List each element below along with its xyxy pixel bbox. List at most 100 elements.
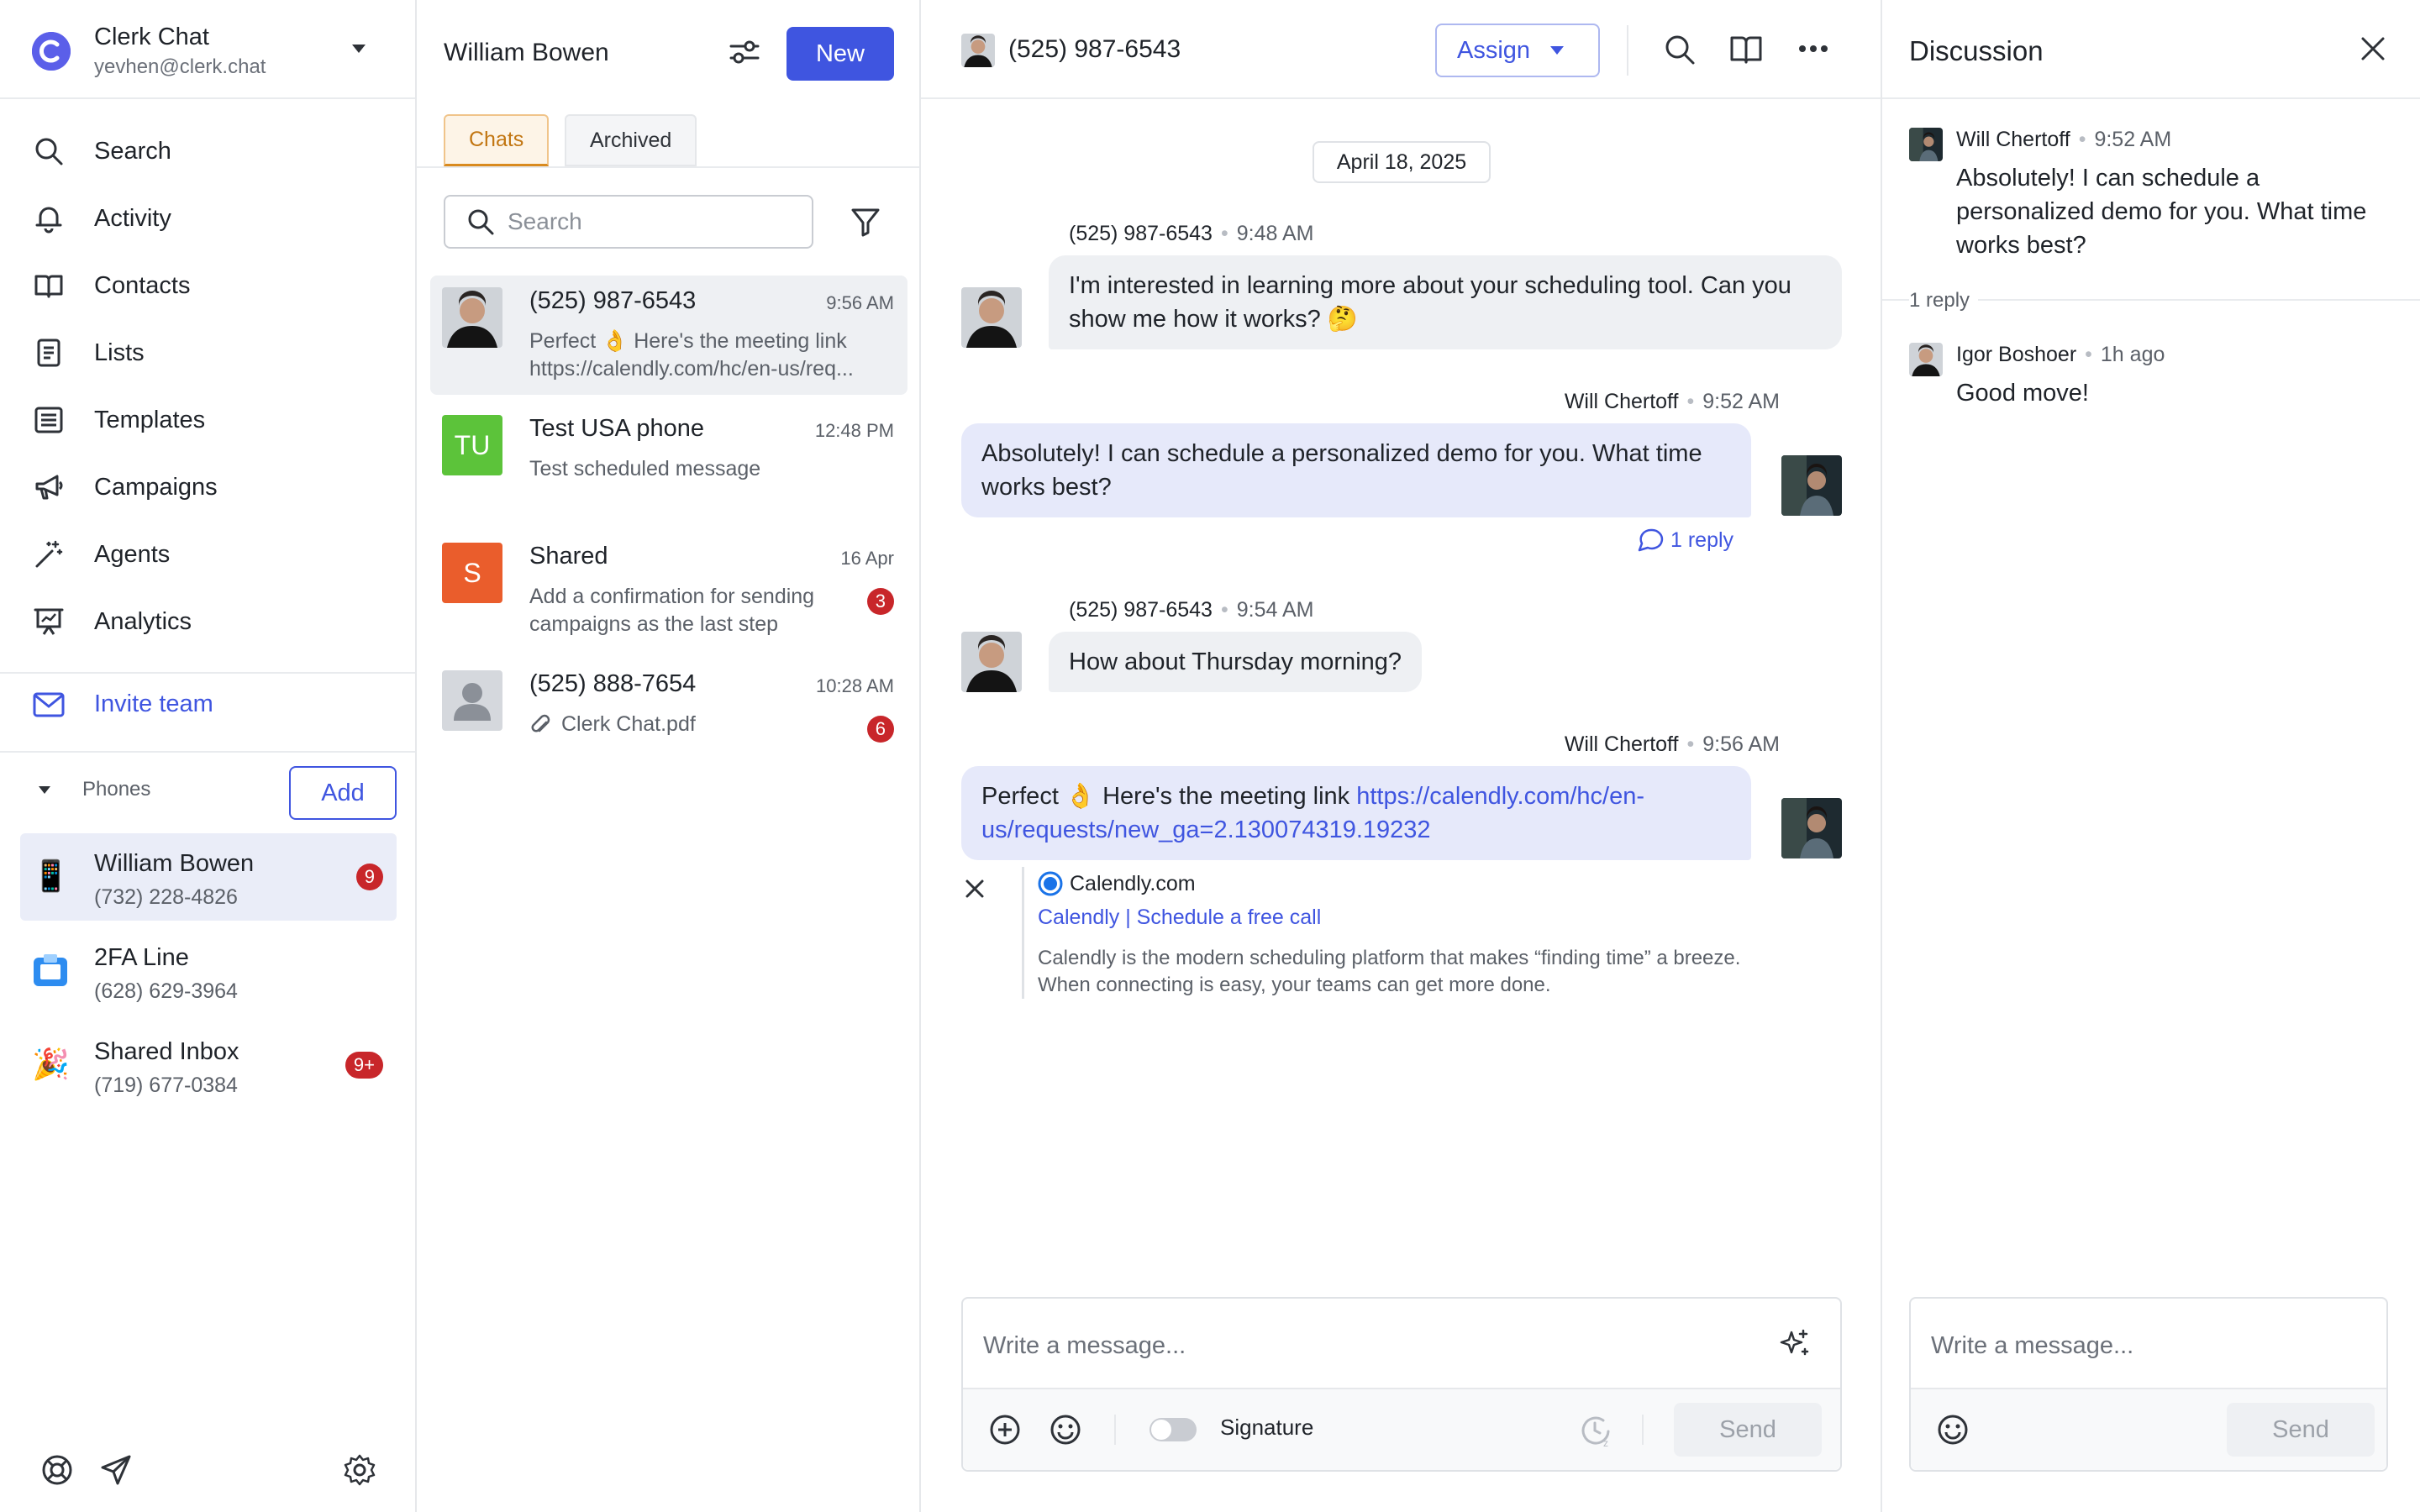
signature-label: Signature xyxy=(1220,1415,1314,1440)
phones-section-toggle[interactable]: Phones xyxy=(37,778,150,801)
inbox-title: William Bowen xyxy=(444,39,609,66)
replies-count: 1 reply xyxy=(1670,528,1734,552)
phone-item-2fa-line[interactable]: 2FA Line (628) 629-3964 xyxy=(20,927,397,1015)
reply-meta: Igor Boshoer • 1h ago xyxy=(1956,343,2165,366)
sliders-settings-icon[interactable] xyxy=(728,37,761,67)
link-preview-card[interactable]: Calendly.com Calendly | Schedule a free … xyxy=(1022,867,1761,999)
nav-activity[interactable]: Activity xyxy=(32,195,402,242)
reply-text: Good move! xyxy=(1956,380,2089,407)
search-icon xyxy=(32,134,66,168)
attach-plus-icon[interactable] xyxy=(988,1413,1022,1446)
message-input[interactable]: Write a message... xyxy=(963,1299,1840,1389)
divider xyxy=(0,751,415,753)
user-avatar xyxy=(1909,343,1943,376)
chat-time: 10:28 AM xyxy=(816,675,894,696)
message-placeholder: Write a message... xyxy=(983,1332,1186,1359)
add-phone-button[interactable]: Add xyxy=(289,766,397,820)
assign-dropdown[interactable]: Assign xyxy=(1435,24,1600,77)
message-bubble-incoming[interactable]: How about Thursday morning? xyxy=(1049,632,1423,692)
date-separator: April 18, 2025 xyxy=(1313,141,1491,183)
help-lifebuoy-icon[interactable] xyxy=(40,1453,74,1487)
settings-gear-icon[interactable] xyxy=(343,1453,376,1487)
caret-down-icon[interactable] xyxy=(350,42,368,55)
calendly-logo-icon xyxy=(1038,871,1063,896)
close-icon[interactable] xyxy=(2358,34,2388,64)
message-bubble-outgoing[interactable]: Perfect 👌 Here's the meeting link https:… xyxy=(961,766,1751,860)
send-button[interactable]: Send xyxy=(1674,1403,1822,1457)
chat-search-input[interactable]: Search xyxy=(444,195,813,249)
contact-avatar-initials: TU xyxy=(442,415,502,475)
signature-toggle[interactable] xyxy=(1150,1418,1197,1441)
thread-replies-link[interactable]: 1 reply xyxy=(1637,528,1733,553)
magic-wand-icon xyxy=(32,538,66,571)
message-time: 9:56 AM xyxy=(1702,732,1780,756)
mobile-phone-icon: 📱 xyxy=(32,858,70,893)
message-time: 9:52 AM xyxy=(1702,390,1780,413)
nav-agents[interactable]: Agents xyxy=(32,531,402,578)
message-sender: (525) 987-6543 xyxy=(1069,222,1213,245)
chat-preview-attachment: Clerk Chat.pdf xyxy=(529,711,899,738)
chat-preview: Perfect 👌 Here's the meeting link https:… xyxy=(529,329,854,381)
chat-name: Test USA phone xyxy=(529,415,704,442)
close-preview-icon[interactable] xyxy=(965,879,985,899)
nav-label: Search xyxy=(94,137,171,165)
invite-team-label: Invite team xyxy=(94,690,213,717)
chat-name: (525) 888-7654 xyxy=(529,670,697,697)
nav-label: Agents xyxy=(94,540,171,568)
nav-label: Analytics xyxy=(94,607,192,635)
message-bubble-outgoing[interactable]: Absolutely! I can schedule a personalize… xyxy=(961,423,1751,517)
phone-number: (628) 629-3964 xyxy=(94,979,238,1003)
chat-item[interactable]: (525) 888-7654 10:28 AM Clerk Chat.pdf 6 xyxy=(430,659,908,778)
nav-templates[interactable]: Templates xyxy=(32,396,402,444)
chat-item[interactable]: S Shared 16 Apr Add a confirmation for s… xyxy=(430,531,908,650)
tab-archived[interactable]: Archived xyxy=(565,114,697,166)
tab-chats[interactable]: Chats xyxy=(444,114,550,166)
contact-avatar xyxy=(961,632,1022,692)
discussion-header: Discussion xyxy=(1882,0,2420,99)
discussion-panel: Discussion Will Chertoff • 9:52 AM Absolut… xyxy=(1882,0,2420,1512)
discussion-input[interactable]: Write a message... xyxy=(1911,1299,2386,1389)
agent-avatar xyxy=(1909,128,1943,161)
list-icon xyxy=(32,336,66,370)
unread-badge: 3 xyxy=(866,588,894,615)
phone-number: (719) 677-0384 xyxy=(94,1074,238,1097)
ai-sparkle-icon[interactable] xyxy=(1778,1327,1812,1361)
discussion-title: Discussion xyxy=(1909,35,2044,66)
chat-item[interactable]: TU Test USA phone 12:48 PM Test schedule… xyxy=(430,403,908,522)
message-meta: Will Chertoff • 9:56 AM xyxy=(1564,732,1780,756)
nav-contacts[interactable]: Contacts xyxy=(32,262,402,309)
conversation-phone[interactable]: (525) 987-6543 xyxy=(1008,35,1181,64)
schedule-clock-icon[interactable]: z xyxy=(1578,1413,1613,1448)
send-feedback-icon[interactable] xyxy=(99,1453,133,1487)
chat-preview: Test scheduled message xyxy=(529,457,761,480)
search-icon[interactable] xyxy=(1664,34,1696,66)
phone-number: (732) 228-4826 xyxy=(94,885,238,909)
nav-label: Templates xyxy=(94,406,206,433)
chat-item[interactable]: (525) 987-6543 9:56 AM Perfect 👌 Here's … xyxy=(430,276,908,395)
chat-time: 9:56 AM xyxy=(826,292,894,313)
new-chat-button[interactable]: New xyxy=(786,27,894,81)
workspace-switcher[interactable]: Clerk Chat yevhen@clerk.chat xyxy=(0,0,415,99)
message-meta: (525) 987-6543 • 9:54 AM xyxy=(1069,598,1314,622)
nav-analytics[interactable]: Analytics xyxy=(32,598,402,645)
book-icon[interactable] xyxy=(1729,34,1763,66)
link-preview-title[interactable]: Calendly | Schedule a free call xyxy=(1038,906,1761,930)
divider xyxy=(0,672,415,674)
discussion-send-button[interactable]: Send xyxy=(2227,1403,2375,1457)
nav-search[interactable]: Search xyxy=(32,128,402,175)
nav-lists[interactable]: Lists xyxy=(32,329,402,376)
fax-icon xyxy=(32,953,69,990)
phone-item-shared-inbox[interactable]: 🎉 Shared Inbox (719) 677-0384 9+ xyxy=(20,1021,397,1109)
chat-name: (525) 987-6543 xyxy=(529,287,697,314)
emoji-smile-icon[interactable] xyxy=(1049,1413,1082,1446)
nav-campaigns[interactable]: Campaigns xyxy=(32,464,402,511)
thread-root-text: Absolutely! I can schedule a personalize… xyxy=(1956,165,2367,259)
invite-team-link[interactable]: Invite team xyxy=(32,690,213,718)
filter-funnel-icon[interactable] xyxy=(850,207,881,237)
more-options-icon[interactable] xyxy=(1798,42,1828,55)
emoji-smile-icon[interactable] xyxy=(1936,1413,1970,1446)
message-bubble-incoming[interactable]: I'm interested in learning more about yo… xyxy=(1049,255,1842,349)
caret-down-icon xyxy=(37,784,52,795)
phone-item-william-bowen[interactable]: 📱 William Bowen (732) 228-4826 9 xyxy=(20,833,397,921)
divider xyxy=(417,166,919,168)
